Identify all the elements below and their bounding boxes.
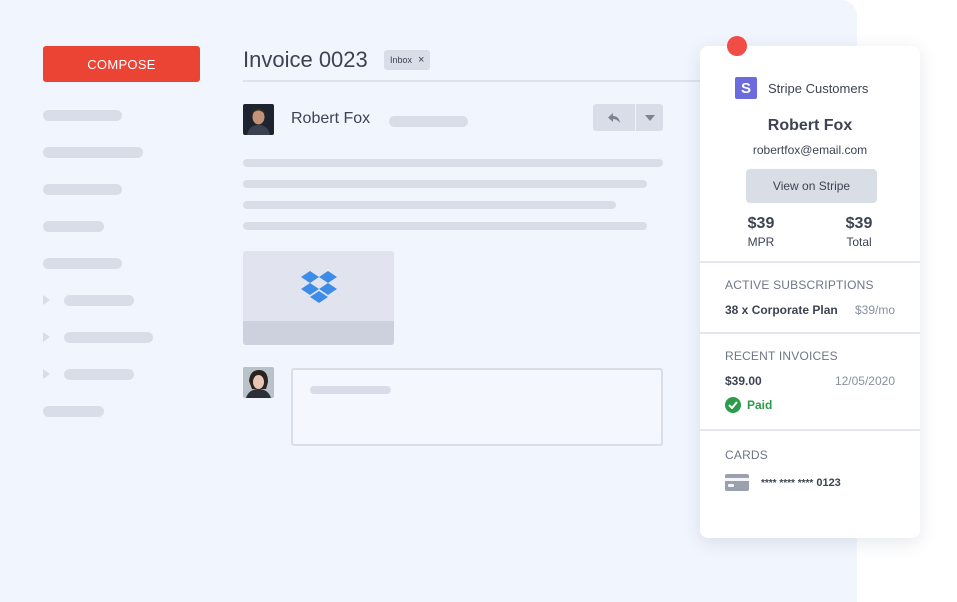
sender-email-placeholder (389, 116, 468, 127)
card-last4: 0123 (816, 476, 841, 489)
invoice-status: Paid (725, 397, 772, 413)
sidebar-item[interactable] (43, 147, 143, 158)
panel-header: S Stripe Customers (735, 77, 868, 99)
reply-button-group (593, 104, 663, 131)
dropbox-attachment[interactable] (243, 251, 394, 345)
notification-dot (727, 36, 747, 56)
stripe-customer-panel: S Stripe Customers Robert Fox robertfox@… (700, 46, 920, 538)
reply-textbox[interactable] (291, 368, 663, 446)
panel-title: Stripe Customers (768, 80, 869, 96)
expand-caret-icon[interactable] (43, 295, 50, 305)
chevron-down-icon (644, 114, 655, 121)
body-text-line (243, 222, 647, 230)
card-row: **** **** **** 0123 (725, 474, 841, 491)
section-divider (700, 261, 920, 263)
body-text-line (243, 201, 616, 209)
sender-avatar (243, 104, 274, 135)
attachment-footer (243, 321, 394, 345)
stat-total: $39 Total (838, 215, 880, 249)
stat-label: MPR (747, 235, 775, 249)
reply-options-button[interactable] (636, 104, 663, 131)
tag-label: Inbox (390, 55, 413, 65)
reply-icon (608, 112, 620, 123)
view-on-stripe-button[interactable]: View on Stripe (746, 169, 877, 203)
stripe-logo: S (735, 77, 757, 99)
subscription-plan: 38 x Corporate Plan (725, 303, 838, 317)
subscription-price: $39/mo (854, 303, 895, 317)
stat-mpr: $39 MPR (740, 215, 782, 249)
invoice-date: 12/05/2020 (834, 374, 895, 388)
dropbox-icon (301, 271, 337, 303)
card-mask: **** **** **** (761, 477, 814, 489)
customer-name: Robert Fox (767, 117, 853, 134)
cards-heading: CARDS (725, 448, 769, 462)
expand-caret-icon[interactable] (43, 369, 50, 379)
sender-name: Robert Fox (291, 110, 371, 127)
sidebar-item[interactable] (64, 295, 134, 306)
sidebar-item[interactable] (43, 221, 104, 232)
invoice-amount: $39.00 (725, 374, 762, 388)
customer-email: robertfox@email.com (752, 143, 868, 157)
sidebar-item[interactable] (43, 406, 104, 417)
stat-value: $39 (747, 215, 775, 232)
email-subject: Invoice 0023 (243, 47, 368, 72)
subscriptions-heading: ACTIVE SUBSCRIPTIONS (725, 278, 874, 292)
card-number: **** **** **** 0123 (761, 477, 841, 489)
stat-value: $39 (845, 215, 873, 232)
header-divider (243, 80, 703, 82)
inbox-label-tag[interactable]: Inbox × (384, 50, 431, 70)
body-text-line (243, 180, 647, 188)
body-text-line (243, 159, 663, 167)
sidebar-item[interactable] (64, 332, 153, 343)
stat-label: Total (846, 235, 872, 249)
check-circle-icon (725, 397, 741, 413)
sidebar-item[interactable] (64, 369, 134, 380)
reply-button[interactable] (593, 104, 636, 131)
expand-caret-icon[interactable] (43, 332, 50, 342)
remove-tag-icon[interactable]: × (418, 54, 424, 66)
user-avatar (243, 367, 274, 398)
section-divider (700, 429, 920, 431)
sidebar-item[interactable] (43, 258, 122, 269)
invoices-heading: RECENT INVOICES (725, 349, 838, 363)
compose-button[interactable]: COMPOSE (43, 46, 200, 82)
section-divider (700, 332, 920, 334)
sidebar-item[interactable] (43, 110, 122, 121)
status-label: Paid (747, 398, 773, 412)
sidebar-item[interactable] (43, 184, 122, 195)
invoice-row[interactable]: $39.00 12/05/2020 (725, 374, 895, 388)
reply-placeholder-line (310, 386, 391, 394)
subscription-row: 38 x Corporate Plan $39/mo (725, 303, 895, 317)
credit-card-icon (725, 474, 749, 491)
